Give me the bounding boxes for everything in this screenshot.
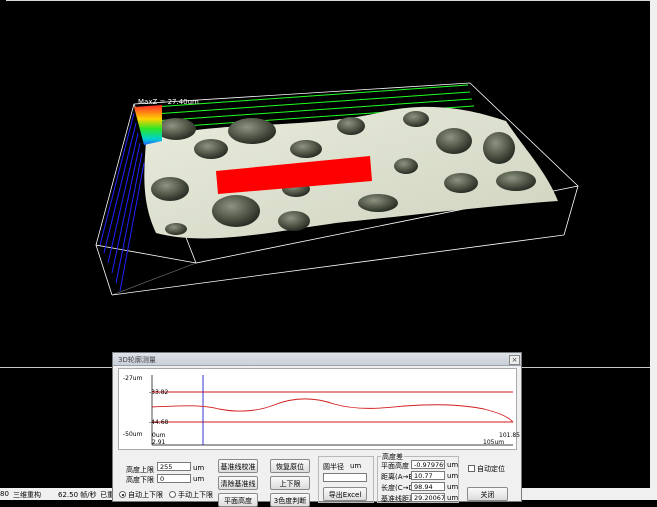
manual-limit-label: 手动上下限 (178, 491, 213, 499)
profile-measure-dialog: 3D轮廓测量 × -27um -33.82 -44.68 -50um 0um 2… (112, 352, 522, 507)
clear-baseline-button[interactable]: 清除基准线 (218, 476, 258, 490)
auto-locate-checkbox[interactable] (468, 465, 475, 472)
status-item: 62.50 帧/秒 (58, 491, 97, 499)
status-item: 80 (0, 490, 9, 498)
length-unit: um (447, 483, 459, 491)
profile-chart (151, 375, 514, 446)
baseline-calibrate-button[interactable]: 基准线校准 (218, 459, 258, 473)
height-color-bar (134, 105, 162, 145)
auto-limit-label: 自动上下限 (128, 491, 163, 499)
auto-limit-radio[interactable] (119, 491, 126, 498)
restore-position-button[interactable]: 恢复原位 (270, 459, 310, 473)
plane-height-label: 平面高度 (381, 462, 409, 470)
dialog-title: 3D轮廓测量 (118, 356, 156, 364)
export-excel-button[interactable]: 导出Excel (323, 487, 367, 501)
side-grid-lines (99, 112, 145, 292)
x-end-label: 105um (483, 439, 505, 446)
3d-viewport[interactable]: MaxZ = 27.40um (6, 1, 650, 367)
plane-height-value[interactable]: -0.979769 (411, 460, 445, 469)
upper-limit-label: 高度上限 (126, 466, 154, 474)
circle-radius-input[interactable] (323, 473, 367, 482)
profile-curve (151, 398, 514, 423)
upper-limit-input[interactable]: 255 (157, 462, 191, 471)
distance-value[interactable]: 10.77 (411, 471, 445, 480)
3d-scene (95, 82, 579, 296)
third-function-button[interactable]: 3色度判断 (270, 493, 310, 507)
close-button[interactable]: 关闭 (467, 487, 508, 501)
x-end-value: 101.85 (499, 432, 520, 439)
manual-limit-radio[interactable] (169, 491, 176, 498)
length-value[interactable]: 98.94 (411, 482, 445, 491)
profile-plot[interactable]: -27um -33.82 -44.68 -50um 0um 2.91 105um… (118, 368, 520, 450)
window-right-edge (650, 0, 657, 500)
y-top-label: -27um (123, 375, 143, 382)
max-z-label: MaxZ = 27.40um (138, 98, 199, 106)
lower-limit-unit: um (193, 475, 205, 483)
y-bottom-label: -50um (123, 431, 143, 438)
circle-radius-label: 圆半径 (323, 463, 344, 471)
auto-locate-label: 自动定位 (477, 465, 505, 473)
baseline-distance-value[interactable]: 29.200678 (411, 493, 445, 502)
upper-reference-label: -33.82 (149, 389, 169, 396)
close-icon[interactable]: × (509, 355, 520, 365)
upper-limit-unit: um (193, 464, 205, 472)
dialog-title-bar[interactable]: 3D轮廓测量 × (113, 353, 521, 366)
x-start-value: 2.91 (152, 439, 166, 446)
x-start-label: 0um (152, 432, 166, 439)
plane-height-unit: um (447, 461, 459, 469)
distance-unit: um (447, 472, 459, 480)
app-window: MaxZ = 27.40um 80 三维重构 62.50 帧/秒 已重 3D轮廓… (0, 0, 657, 507)
lower-limit-input[interactable]: 0 (157, 474, 191, 483)
plane-height-button[interactable]: 平面高度 (218, 493, 258, 507)
lower-reference-label: -44.68 (149, 419, 169, 426)
lower-limit-label: 高度下限 (126, 476, 154, 484)
baseline-distance-unit: um (447, 494, 459, 502)
up-down-limit-button[interactable]: 上下限 (270, 476, 310, 490)
status-item: 三维重构 (13, 491, 41, 499)
circle-radius-unit: um (350, 462, 362, 470)
